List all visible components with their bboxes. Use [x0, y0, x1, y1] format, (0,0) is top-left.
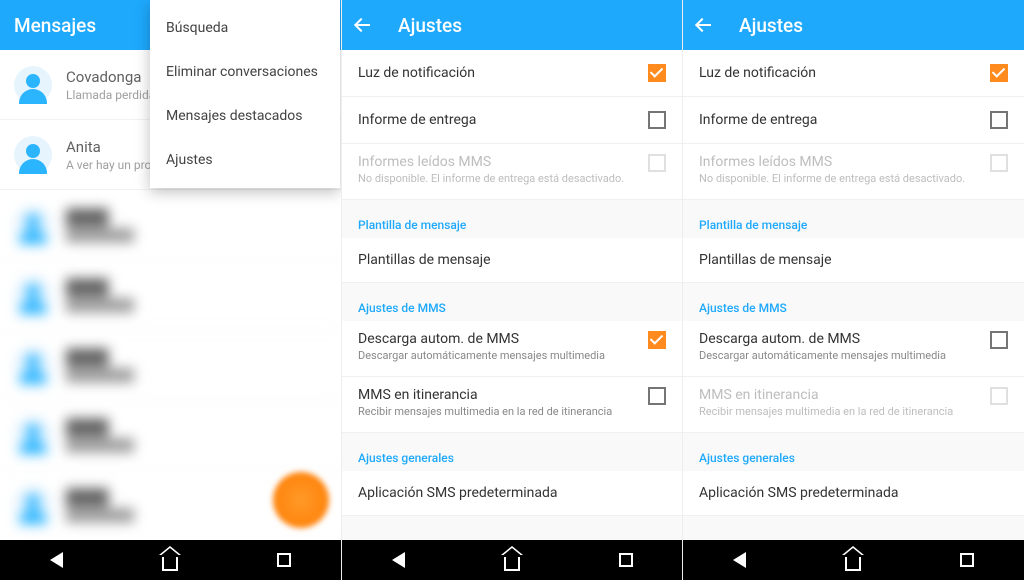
section-plantilla: Plantilla de mensaje	[683, 200, 1024, 238]
nav-recent-icon[interactable]	[619, 553, 633, 567]
checkbox-informes-mms	[990, 154, 1008, 172]
overflow-menu: Búsqueda Eliminar conversaciones Mensaje…	[150, 0, 340, 188]
section-mms: Ajustes de MMS	[683, 283, 1024, 321]
checkbox-informes-mms	[648, 154, 666, 172]
row-informe[interactable]: Informe de entrega	[683, 97, 1024, 144]
row-luz[interactable]: Luz de notificación	[342, 50, 682, 97]
section-mms: Ajustes de MMS	[342, 283, 682, 321]
android-navbar	[342, 540, 682, 580]
nav-back-icon[interactable]	[392, 552, 405, 568]
settings-topbar: Ajustes	[683, 0, 1024, 50]
conversation-item-blurred[interactable]: ████████████	[0, 330, 341, 400]
conversation-item-blurred[interactable]: ████████████	[0, 190, 341, 260]
checkbox-roaming	[990, 387, 1008, 405]
nav-home-icon[interactable]	[845, 555, 861, 571]
row-luz[interactable]: Luz de notificación	[683, 50, 1024, 97]
row-plantillas[interactable]: Plantillas de mensaje	[342, 238, 682, 283]
nav-recent-icon[interactable]	[960, 553, 974, 567]
checkbox-informe[interactable]	[990, 111, 1008, 129]
row-roaming: MMS en itineranciaRecibir mensajes multi…	[683, 377, 1024, 433]
settings-panel-a: Ajustes Luz de notificación Informe de e…	[341, 0, 682, 580]
conversation-item-blurred[interactable]: ████████████	[0, 260, 341, 330]
nav-back-icon[interactable]	[733, 552, 746, 568]
settings-list: Luz de notificación Informe de entrega I…	[683, 50, 1024, 540]
section-plantilla: Plantilla de mensaje	[342, 200, 682, 238]
row-informe[interactable]: Informe de entrega	[342, 97, 682, 144]
checkbox-roaming[interactable]	[648, 387, 666, 405]
checkbox-informe[interactable]	[648, 111, 666, 129]
menu-item-delete[interactable]: Eliminar conversaciones	[150, 50, 340, 94]
checkbox-descarga[interactable]	[648, 331, 666, 349]
compose-fab[interactable]	[273, 472, 329, 528]
avatar-icon	[14, 66, 52, 104]
settings-topbar: Ajustes	[342, 0, 682, 50]
android-navbar	[683, 540, 1024, 580]
messages-title: Mensajes	[14, 14, 96, 37]
menu-item-search[interactable]: Búsqueda	[150, 6, 340, 50]
checkbox-descarga[interactable]	[990, 331, 1008, 349]
nav-home-icon[interactable]	[162, 555, 178, 571]
row-sms-app[interactable]: Aplicación SMS predeterminada	[683, 471, 1024, 516]
row-informes-mms: Informes leídos MMSNo disponible. El inf…	[683, 144, 1024, 200]
nav-home-icon[interactable]	[504, 555, 520, 571]
settings-title: Ajustes	[739, 14, 803, 37]
row-sms-app[interactable]: Aplicación SMS predeterminada	[342, 471, 682, 516]
row-plantillas[interactable]: Plantillas de mensaje	[683, 238, 1024, 283]
back-icon[interactable]	[356, 16, 374, 34]
section-general: Ajustes generales	[342, 433, 682, 471]
settings-title: Ajustes	[398, 14, 462, 37]
row-descarga[interactable]: Descarga autom. de MMSDescargar automáti…	[683, 321, 1024, 377]
menu-item-starred[interactable]: Mensajes destacados	[150, 94, 340, 138]
android-navbar	[0, 540, 341, 580]
nav-back-icon[interactable]	[50, 552, 63, 568]
checkbox-luz[interactable]	[990, 64, 1008, 82]
settings-panel-b: Ajustes Luz de notificación Informe de e…	[682, 0, 1024, 580]
settings-list: Luz de notificación Informe de entrega I…	[342, 50, 682, 540]
section-general: Ajustes generales	[683, 433, 1024, 471]
conversation-item-blurred[interactable]: ████████████	[0, 400, 341, 470]
avatar-icon	[14, 136, 52, 174]
checkbox-luz[interactable]	[648, 64, 666, 82]
row-informes-mms: Informes leídos MMSNo disponible. El inf…	[342, 144, 682, 200]
menu-item-settings[interactable]: Ajustes	[150, 138, 340, 182]
nav-recent-icon[interactable]	[277, 553, 291, 567]
back-icon[interactable]	[697, 16, 715, 34]
row-descarga[interactable]: Descarga autom. de MMSDescargar automáti…	[342, 321, 682, 377]
messages-panel: Mensajes Covadonga Llamada perdida Anita…	[0, 0, 341, 580]
row-roaming[interactable]: MMS en itineranciaRecibir mensajes multi…	[342, 377, 682, 433]
